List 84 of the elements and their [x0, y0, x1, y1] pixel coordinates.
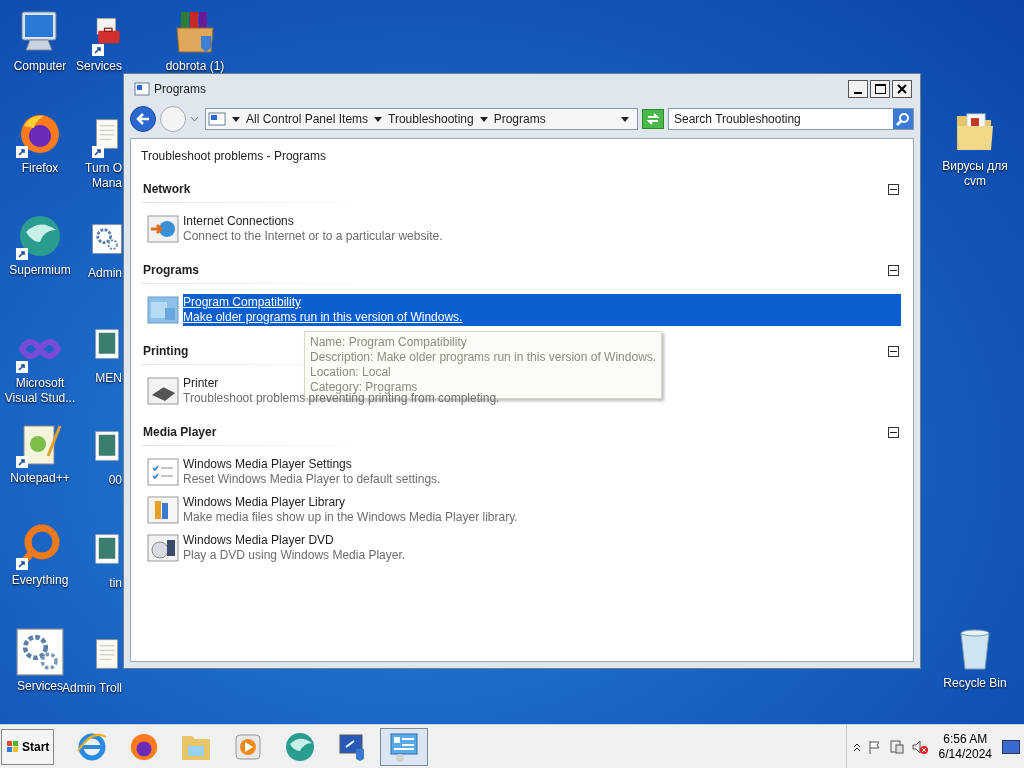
globe-icon [147, 213, 179, 245]
printer-icon [147, 375, 179, 407]
item-description: Play a DVD using Windows Media Player. [183, 548, 406, 563]
desktop-icon-label[interactable]: Turn O Mana [85, 161, 122, 191]
item-title[interactable]: Internet Connections [183, 214, 294, 229]
chevron-up-icon[interactable] [852, 741, 861, 752]
checklist-icon [147, 456, 179, 488]
breadcrumb-item[interactable]: Troubleshooting [388, 110, 474, 128]
item-description: Reset Windows Media Player to default settings. [183, 472, 441, 487]
collapse-toggle[interactable] [888, 264, 899, 276]
desktop-icon-label[interactable]: Services [76, 59, 122, 74]
caret-icon[interactable] [479, 116, 488, 122]
tooltip-line: Location: Local [310, 365, 391, 380]
close-button[interactable] [892, 80, 912, 98]
item-title[interactable]: Windows Media Player DVD [183, 533, 334, 548]
search-icon [896, 112, 910, 126]
desktop-icon-label[interactable]: Computer [13, 59, 67, 74]
desktop-icon-label[interactable]: Admin Troll [61, 681, 122, 696]
caret-icon[interactable] [621, 116, 629, 122]
clock-time[interactable]: 6:56 AM [943, 731, 988, 747]
item-description: Connect to the Internet or to a particular website. [183, 229, 443, 244]
desktop-icon-label[interactable]: Services [17, 679, 63, 694]
breadcrumb-item[interactable]: Programs [493, 110, 546, 128]
group-heading: Media Player [143, 424, 217, 441]
maximize-button[interactable] [870, 80, 890, 98]
desktop-icon-label[interactable]: Вирусы для cvm [942, 159, 1008, 189]
collapse-toggle[interactable] [888, 183, 899, 195]
firefox-icon [129, 731, 160, 762]
item-title[interactable]: Windows Media Player Settings [183, 457, 352, 472]
item-title[interactable]: Windows Media Player Library [183, 495, 346, 510]
item-title[interactable]: Printer [183, 376, 219, 391]
minimize-button[interactable] [848, 80, 868, 98]
back-arrow-icon [136, 113, 150, 125]
collapse-toggle[interactable] [888, 426, 899, 438]
show-desktop-button[interactable] [1002, 739, 1020, 754]
speaker-muted-icon[interactable] [910, 738, 929, 755]
clock-date[interactable]: 6/14/2024 [938, 746, 992, 762]
search-field[interactable]: Search Troubleshooting [669, 109, 893, 129]
desktop-icon-label[interactable]: 00 [108, 473, 122, 488]
group-heading: Network [143, 181, 191, 198]
desktop-icon-label[interactable]: Firefox [21, 161, 59, 176]
collapse-toggle[interactable] [888, 345, 899, 357]
caret-icon[interactable] [232, 116, 240, 122]
item-description: Make older programs run in this version of Windows. [183, 310, 463, 325]
window-title: Programs [154, 81, 207, 98]
desktop-icon-label[interactable]: Notepad++ [10, 471, 70, 486]
desktop-icon-label[interactable]: dobrota (1) [165, 59, 225, 74]
supermium-icon [284, 730, 317, 763]
desktop-icon-label[interactable]: Supermium [9, 263, 71, 278]
desktop-icon-label[interactable]: Admin [88, 266, 122, 281]
back-button[interactable] [130, 106, 156, 132]
flag-icon[interactable] [866, 738, 883, 755]
refresh-button[interactable] [642, 109, 664, 129]
window-app-icon [134, 81, 150, 97]
program-window-icon [147, 294, 179, 326]
desktop-icon-label[interactable]: Recycle Bin [943, 676, 1007, 691]
control-panel-icon [208, 111, 226, 127]
address-bar[interactable]: All Control Panel Items Troubleshooting Programs [205, 108, 638, 130]
item-description: Make media files show up in the Windows Media Player library. [183, 510, 518, 525]
selected-item-highlight[interactable]: Program Compatibility Make older programs run in this version of Windows. [183, 294, 901, 326]
close-icon [897, 84, 907, 94]
control-panel-icon [388, 730, 421, 763]
play-icon [233, 731, 264, 762]
search-box[interactable]: Search Troubleshooting [668, 108, 914, 130]
breadcrumb-item[interactable]: All Control Panel Items [246, 110, 369, 128]
search-button[interactable] [893, 109, 913, 129]
page-heading: Troubleshoot problems - Programs [141, 148, 327, 165]
desktop-icon-label[interactable]: tin [109, 576, 122, 591]
taskbar-app-button[interactable] [380, 727, 429, 766]
windows-flag-icon [6, 739, 20, 754]
item-title[interactable]: Program Compatibility [183, 295, 302, 310]
start-button[interactable]: Start [1, 728, 55, 765]
tooltip-line: Category: Programs [310, 380, 418, 394]
caret-icon[interactable] [374, 116, 383, 122]
tooltip-line: Description: Make older programs run in this version of Windows. [310, 350, 657, 365]
group-heading: Printing [143, 343, 189, 360]
refresh-arrows-icon [646, 113, 660, 125]
group-heading: Programs [143, 262, 200, 279]
tooltip-line: Name: Program Compatibility [310, 335, 467, 350]
network-icon[interactable] [888, 738, 905, 755]
desktop-icon-label[interactable]: MEN [95, 371, 122, 386]
books-icon [147, 494, 179, 526]
desktop-icon-label[interactable]: Everything [11, 573, 69, 588]
desktop-icon-label[interactable]: Microsoft Visual Stud... [4, 376, 76, 406]
